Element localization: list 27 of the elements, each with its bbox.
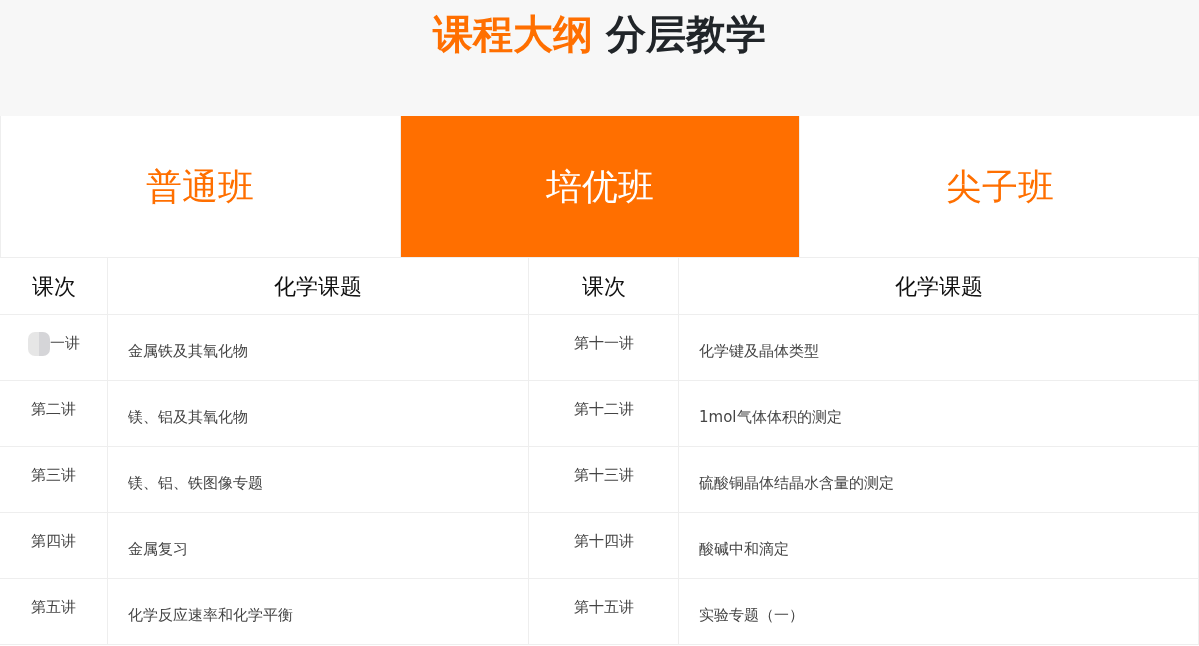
- column-header: 课次: [31, 272, 76, 301]
- column-header: 课次: [581, 272, 626, 301]
- lesson-number: 第十四讲: [573, 531, 634, 553]
- lesson-topic: 化学反应速率和化学平衡: [128, 605, 293, 627]
- lesson-number: 第十二讲: [573, 399, 634, 421]
- toggle-icon[interactable]: [27, 331, 50, 356]
- lesson-topic: 实验专题（一）: [699, 605, 804, 627]
- lesson-number: 一讲: [49, 333, 80, 355]
- lesson-topic: 金属复习: [128, 539, 188, 561]
- lesson-number: 第二讲: [31, 399, 76, 421]
- page-heading: 课程大纲 分层教学: [432, 10, 767, 59]
- lesson-number: 第十一讲: [573, 333, 634, 355]
- lesson-number: 第四讲: [31, 531, 76, 553]
- lesson-topic: 硫酸铜晶体结晶水含量的测定: [699, 473, 894, 495]
- lesson-topic: 镁、铝及其氧化物: [128, 407, 248, 429]
- column-header: 化学课题: [894, 272, 983, 301]
- lesson-number: 第五讲: [31, 597, 76, 619]
- lesson-topic: 1mol气体体积的测定: [699, 407, 842, 429]
- lesson-topic: 金属铁及其氧化物: [128, 341, 248, 363]
- lesson-topic: 酸碱中和滴定: [699, 539, 789, 561]
- lesson-number: 第三讲: [31, 465, 76, 487]
- lesson-number: 第十三讲: [573, 465, 634, 487]
- column-header: 化学课题: [274, 272, 362, 301]
- lesson-topic: 镁、铝、铁图像专题: [128, 473, 263, 495]
- lesson-number: 第十五讲: [573, 597, 634, 619]
- class-tab[interactable]: 培优班: [399, 116, 800, 257]
- lesson-topic: 化学键及晶体类型: [699, 341, 819, 363]
